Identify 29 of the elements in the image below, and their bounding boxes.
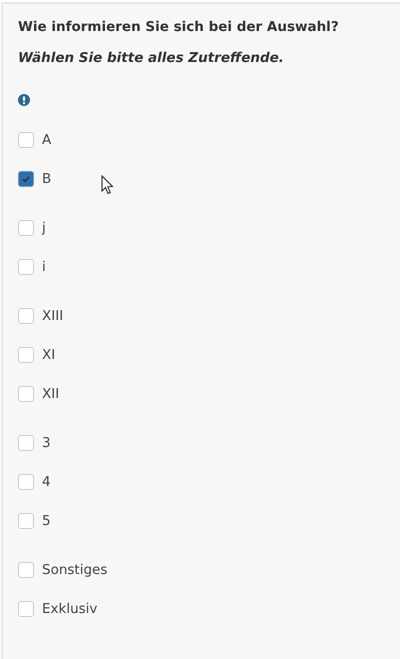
- option-label[interactable]: XI: [42, 346, 56, 362]
- checkbox[interactable]: [18, 474, 34, 490]
- option-label[interactable]: 4: [42, 474, 51, 490]
- check-icon: [21, 174, 31, 184]
- checkbox[interactable]: [18, 434, 34, 450]
- option-label[interactable]: B: [42, 170, 52, 186]
- alert-icon: [18, 94, 30, 106]
- option-label[interactable]: XIII: [42, 308, 64, 324]
- checkbox[interactable]: [18, 132, 34, 148]
- checkbox[interactable]: [18, 512, 34, 528]
- checkbox[interactable]: [18, 258, 34, 274]
- option-label[interactable]: i: [42, 258, 46, 274]
- question-title: Wie informieren Sie sich bei der Auswahl?: [18, 18, 340, 37]
- instruction-text: Wählen Sie bitte alles Zutreffende.: [18, 49, 285, 68]
- option-label[interactable]: Sonstiges: [42, 562, 108, 578]
- cursor-icon: [101, 175, 114, 195]
- checkbox[interactable]: [18, 308, 34, 324]
- option-label[interactable]: 3: [42, 434, 51, 450]
- checkbox[interactable]: [18, 600, 34, 616]
- checkbox[interactable]: [18, 220, 34, 236]
- option-label[interactable]: XII: [42, 386, 60, 402]
- option-label[interactable]: A: [42, 132, 52, 148]
- checkbox[interactable]: [18, 170, 34, 186]
- checkbox[interactable]: [18, 562, 34, 578]
- checkbox[interactable]: [18, 346, 34, 362]
- option-label[interactable]: 5: [42, 512, 51, 528]
- checkbox[interactable]: [18, 386, 34, 402]
- option-label[interactable]: Exklusiv: [42, 600, 98, 616]
- option-label[interactable]: j: [42, 220, 46, 236]
